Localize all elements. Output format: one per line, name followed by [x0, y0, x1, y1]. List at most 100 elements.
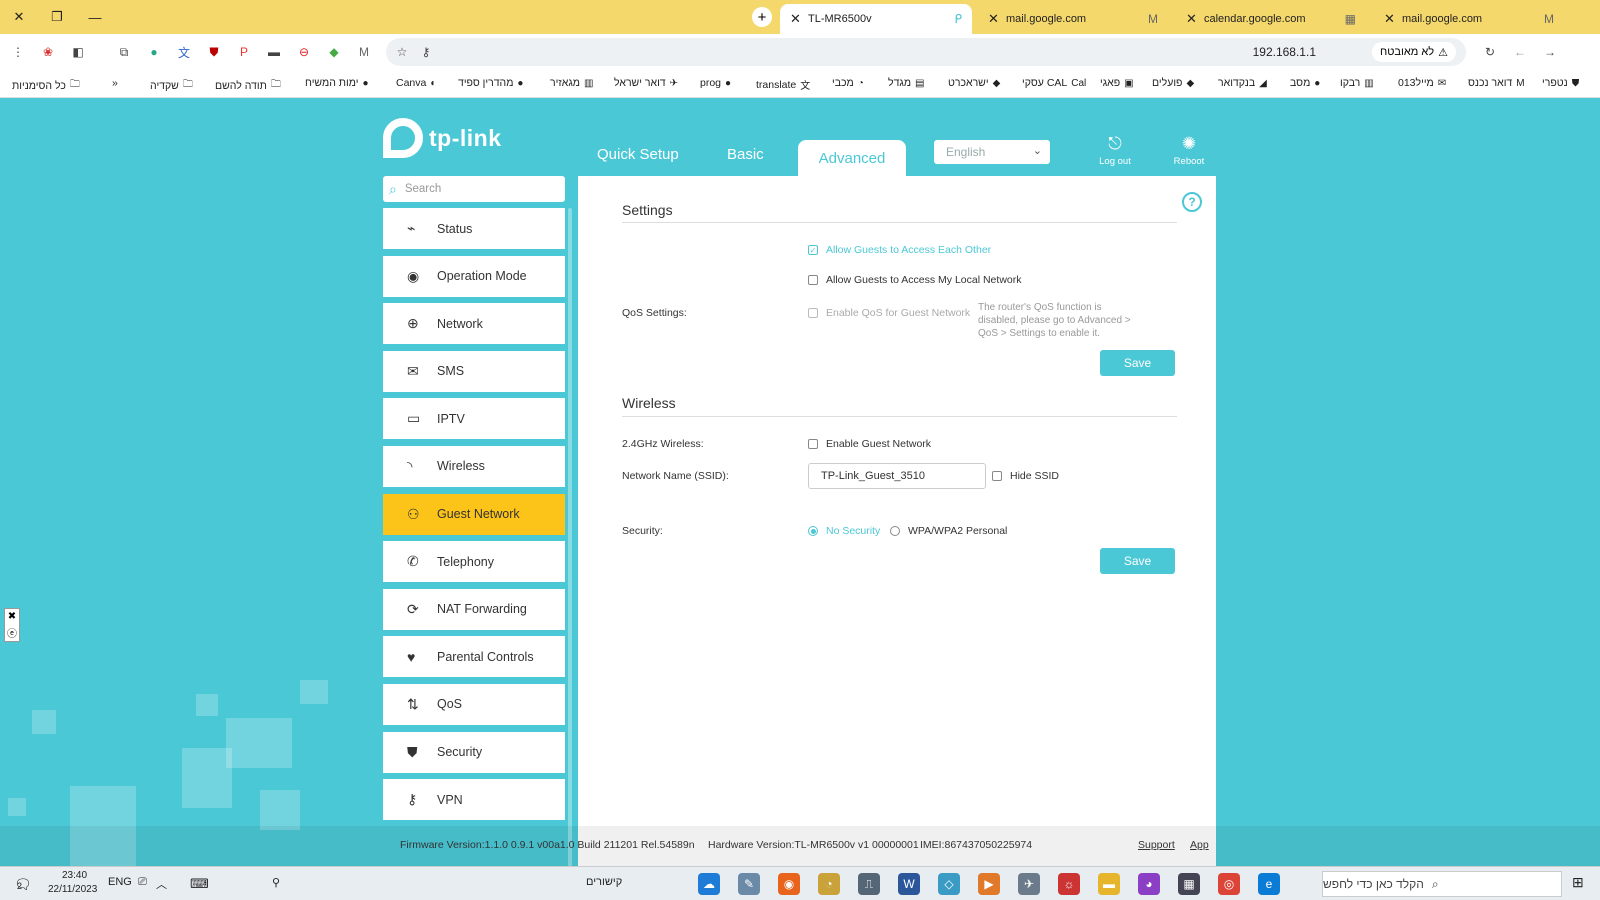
extension-icon[interactable]: ❀: [38, 42, 58, 62]
all-bookmarks[interactable]: כל הסימניות 🗀: [12, 77, 80, 94]
sidebar-item-iptv[interactable]: ▭ IPTV: [383, 398, 565, 440]
bookmark-item[interactable]: מגאזיר ▥: [550, 77, 593, 89]
enable-qos-checkbox[interactable]: Enable QoS for Guest Network: [808, 307, 970, 319]
tab-calendar[interactable]: ✕ calendar.google.com ▦: [1176, 4, 1366, 34]
stop-icon[interactable]: ⊖: [294, 42, 314, 62]
bookmark-item[interactable]: ישראכרט ◆: [948, 77, 1000, 89]
bookmark-item[interactable]: 013מייל ✉: [1398, 77, 1446, 89]
pinterest-icon[interactable]: P: [234, 42, 254, 62]
sidebar-item-vpn[interactable]: ⚷ VPN: [383, 779, 565, 821]
extension-icon[interactable]: ◆: [324, 42, 344, 62]
address-bar[interactable]: ☆ ⚷ 192.168.1.1 לא מאובטח ⚠: [386, 38, 1466, 66]
clock-time[interactable]: 23:40: [62, 870, 87, 881]
firefox-icon[interactable]: ◉: [778, 873, 800, 895]
sidebar-item-status[interactable]: ⌁ Status: [383, 208, 565, 249]
no-security-radio[interactable]: No Security: [808, 525, 880, 537]
bookmark-item[interactable]: שקדיה 🗀: [150, 77, 193, 94]
extension-icon[interactable]: M: [354, 42, 374, 62]
bookmark-item[interactable]: ימות המשיח ●: [305, 77, 369, 89]
edge-icon[interactable]: e: [1258, 873, 1280, 895]
minimize-window-icon[interactable]: —: [76, 0, 114, 34]
new-tab-button[interactable]: +: [752, 7, 772, 27]
bookmark-item[interactable]: דואר ישראל ✈: [614, 77, 678, 89]
allow-guests-local-network-checkbox[interactable]: Allow Guests to Access My Local Network: [808, 274, 1022, 286]
tab-close-icon[interactable]: ✕: [1384, 11, 1402, 27]
tab-router[interactable]: ✕ TL-MR6500v ᑭ: [780, 4, 972, 34]
tab-gmail-2[interactable]: ✕ mail.google.com M: [1374, 4, 1564, 34]
tab-close-icon[interactable]: ✕: [790, 11, 808, 27]
bookmark-item[interactable]: מגדל ▤: [888, 77, 925, 89]
extension-icon[interactable]: ●: [144, 42, 164, 62]
media-player-icon[interactable]: ▶: [978, 873, 1000, 895]
password-key-icon[interactable]: ⚷: [416, 42, 436, 62]
sidebar-item-wireless[interactable]: ◝ Wireless: [383, 445, 565, 487]
extension-icon[interactable]: ▬: [264, 42, 284, 62]
bookmark-item[interactable]: מכבי ◔: [832, 77, 864, 89]
menu-dots-icon[interactable]: ⋮: [8, 42, 28, 62]
ublock-icon[interactable]: ⛊: [204, 42, 224, 62]
sidebar-scrollbar[interactable]: [568, 208, 572, 866]
translate-icon[interactable]: 文: [174, 42, 194, 62]
nav-advanced[interactable]: Advanced: [798, 140, 906, 176]
chrome-icon[interactable]: ◎: [1218, 873, 1240, 895]
not-secure-chip[interactable]: לא מאובטח ⚠: [1372, 42, 1456, 62]
bookmark-item[interactable]: תודה להשם 🗀: [215, 77, 281, 94]
bookmark-item[interactable]: עסקי CAL Cal: [1022, 77, 1086, 89]
floating-side-widget[interactable]: ✖ ⓔ: [4, 608, 20, 642]
sidebar-item-nat-forwarding[interactable]: ⟳ NAT Forwarding: [383, 588, 565, 630]
sidebar-search[interactable]: ⌕ Search: [383, 176, 565, 202]
support-link[interactable]: Support: [1138, 839, 1175, 851]
sidebar-item-qos[interactable]: ⇅ QoS: [383, 683, 565, 725]
settings-save-button[interactable]: Save: [1100, 350, 1175, 376]
language-select[interactable]: English ⌄: [934, 140, 1050, 164]
edge-icon[interactable]: ⓔ: [7, 625, 17, 640]
wireless-save-button[interactable]: Save: [1100, 548, 1175, 574]
bookmark-item[interactable]: מסב ●: [1290, 77, 1320, 89]
sidebar-item-sms[interactable]: ✉ SMS: [383, 350, 565, 392]
sidebar-item-guest-network[interactable]: ⚇ Guest Network: [383, 493, 565, 535]
sidebar-item-telephony[interactable]: ✆ Telephony: [383, 541, 565, 583]
restore-window-icon[interactable]: ❐: [38, 0, 76, 34]
tab-gmail-1[interactable]: ✕ mail.google.com M: [978, 4, 1168, 34]
word-icon[interactable]: W: [898, 873, 920, 895]
network-app-icon[interactable]: ⎍: [858, 873, 880, 895]
sidebar-item-security[interactable]: ⛊ Security: [383, 731, 565, 773]
photos-icon[interactable]: ◕: [1138, 873, 1160, 895]
nav-quick-setup[interactable]: Quick Setup: [597, 146, 679, 163]
sidebar-item-network[interactable]: ⊕ Network: [383, 303, 565, 345]
bookmark-item[interactable]: דואר נכנס M: [1468, 77, 1525, 89]
back-icon[interactable]: →: [1540, 42, 1560, 62]
reboot-button[interactable]: ✺ Reboot: [1164, 134, 1214, 167]
reload-icon[interactable]: ↻: [1480, 42, 1500, 62]
app-link[interactable]: App: [1190, 839, 1209, 851]
forward-icon[interactable]: ←: [1510, 42, 1530, 62]
nav-basic[interactable]: Basic: [727, 146, 764, 163]
taskbar-search[interactable]: ⌕ הקלד כאן כדי לחפש: [1322, 871, 1562, 897]
tray-chevron-up-icon[interactable]: ︿: [156, 876, 167, 892]
windows-start-icon[interactable]: ⊞: [1572, 874, 1584, 891]
bookmark-item[interactable]: רבקו ▥: [1340, 77, 1374, 89]
network-icon[interactable]: ⎚: [138, 876, 147, 889]
bookmark-item[interactable]: מהדרין ספיד ●: [458, 77, 523, 89]
close-window-icon[interactable]: ✕: [0, 0, 38, 34]
bookmark-item[interactable]: בנקדואר ◢: [1218, 77, 1267, 89]
bookmark-item[interactable]: Canva ◐: [396, 77, 436, 89]
sidebar-item-operation-mode[interactable]: ◉ Operation Mode: [383, 255, 565, 297]
logout-button[interactable]: ⎋ Log out: [1090, 134, 1140, 167]
people-icon[interactable]: ⚲: [272, 876, 280, 889]
bookmark-item[interactable]: translate 文: [756, 77, 810, 93]
ssid-input[interactable]: TP-Link_Guest_3510: [808, 463, 986, 489]
wpa-personal-radio[interactable]: WPA/WPA2 Personal: [890, 525, 1007, 537]
bookmark-star-icon[interactable]: ☆: [392, 42, 412, 62]
calculator-icon[interactable]: ▦: [1178, 873, 1200, 895]
allow-guests-each-other-checkbox[interactable]: ✓ Allow Guests to Access Each Other: [808, 244, 991, 256]
app-icon[interactable]: ☼: [1058, 873, 1080, 895]
sidebar-item-parental-controls[interactable]: ♥ Parental Controls: [383, 636, 565, 678]
sidepanel-icon[interactable]: ◧: [68, 42, 88, 62]
input-language[interactable]: ENG: [108, 876, 132, 888]
bookmark-item[interactable]: prog ●: [700, 77, 731, 89]
close-icon[interactable]: ✖: [8, 611, 16, 622]
onedrive-icon[interactable]: ☁: [698, 873, 720, 895]
bookmark-item[interactable]: פאגי ▣: [1100, 77, 1134, 89]
app-icon[interactable]: ✈: [1018, 873, 1040, 895]
